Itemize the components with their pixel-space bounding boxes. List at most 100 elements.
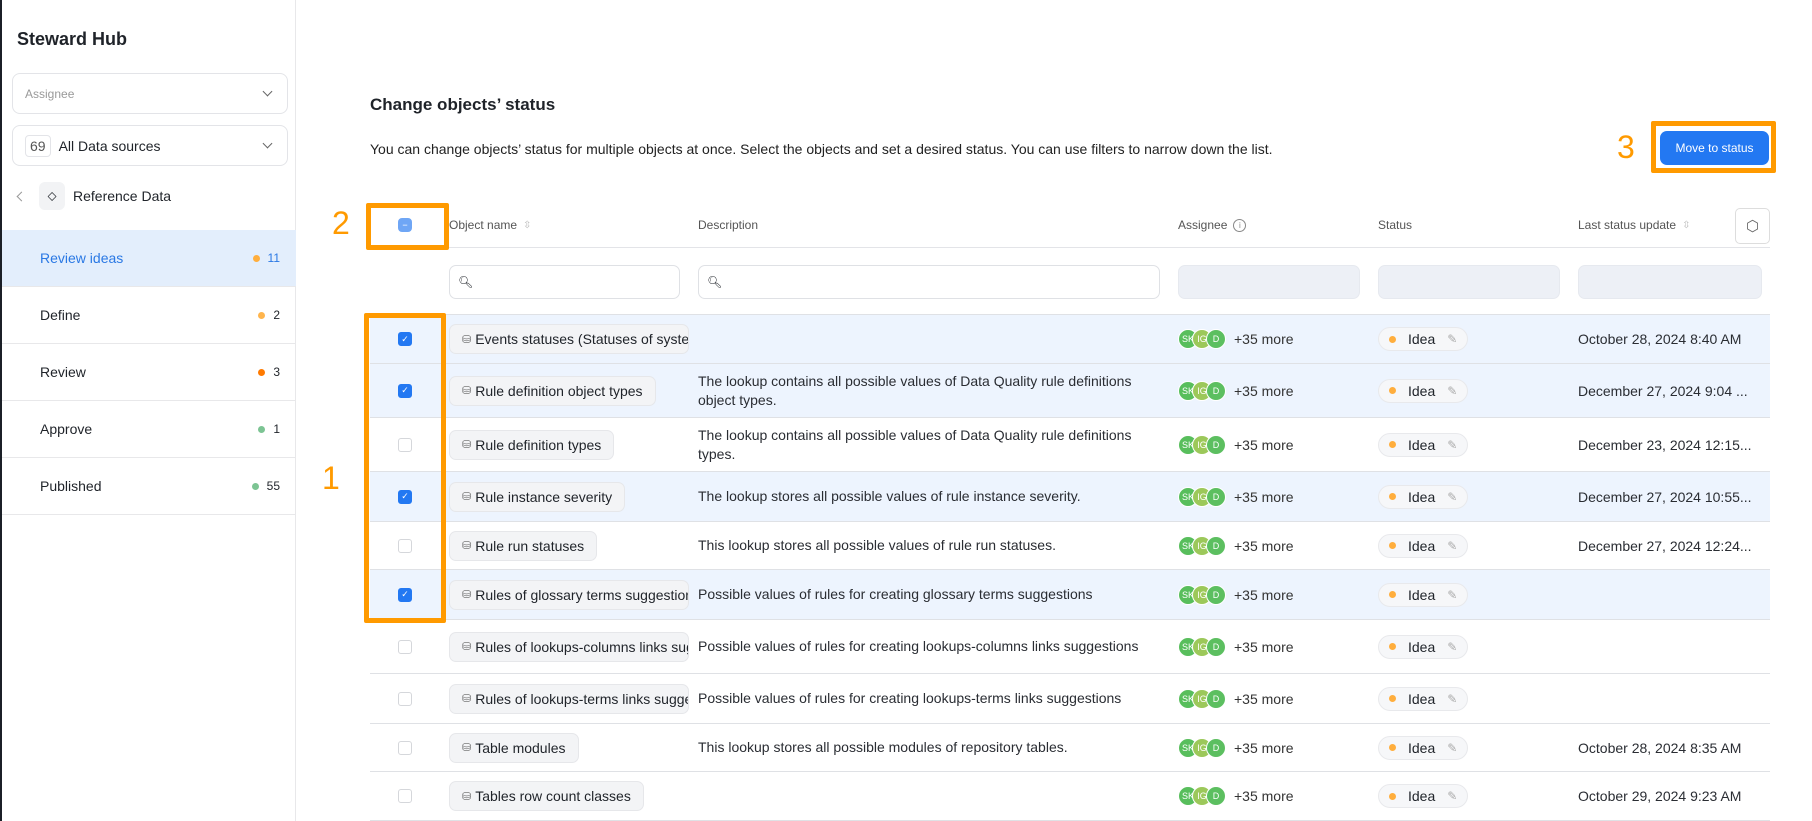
more-assignees: +35 more (1234, 690, 1294, 707)
lookup-icon: ⛁ (462, 540, 472, 552)
chevron-left-icon[interactable] (16, 191, 27, 201)
last-status-update: October 29, 2024 9:23 AM (1578, 788, 1742, 804)
column-settings-button[interactable]: ⬡ (1735, 208, 1770, 244)
more-assignees: +35 more (1234, 436, 1294, 453)
status-pill[interactable]: Idea ✎ (1378, 533, 1469, 558)
object-name: Rule definition object types (475, 382, 643, 399)
last-update-filter[interactable] (1578, 265, 1762, 299)
object-name-chip[interactable]: ⛁ Rule definition object types (449, 375, 656, 406)
info-icon[interactable]: i (1233, 218, 1247, 232)
sidebar-item-published[interactable]: Published 55 (2, 458, 296, 515)
object-name-chip[interactable]: ⛁ Rule instance severity (449, 481, 626, 512)
datasource-select[interactable]: 69 All Data sources (12, 125, 288, 166)
column-header-name[interactable]: Object name ⇳ (449, 218, 698, 232)
assignee-cell[interactable]: SK IG D +35 more (1178, 737, 1378, 758)
table-row: ⛁ Table modules This lookup stores all po… (370, 724, 1770, 772)
status-pill[interactable]: Idea ✎ (1378, 327, 1469, 351)
avatar: D (1206, 486, 1226, 507)
status-filter[interactable] (1378, 265, 1560, 299)
sidebar: Steward Hub Assignee 69 All Data sources… (0, 0, 296, 821)
object-description: The lookup stores all possible values of… (698, 488, 1081, 504)
status-pill[interactable]: Idea ✎ (1378, 432, 1469, 457)
edit-icon[interactable]: ✎ (1447, 588, 1457, 602)
object-name-chip[interactable]: ⛁Rules of lookups-columns links suggesti… (449, 631, 689, 662)
chevron-down-icon (262, 138, 273, 149)
status-label: Idea (1408, 488, 1436, 505)
sort-icon[interactable]: ⇳ (1682, 220, 1690, 231)
object-name: Rule definition types (475, 436, 602, 453)
object-description: Possible values of rules for creating gl… (698, 586, 1093, 602)
assignee-cell[interactable]: SK IG D +35 more (1178, 380, 1378, 401)
object-name: Table modules (475, 739, 566, 756)
status-dot-icon (1389, 591, 1396, 598)
status-pill[interactable]: Idea ✎ (1378, 484, 1469, 509)
object-name-chip[interactable]: ⛁ Table modules (449, 732, 579, 763)
object-name: Events statuses (Statuses of system even… (475, 331, 689, 347)
sidebar-item-review-ideas[interactable]: Review ideas 11 (2, 230, 296, 287)
object-name-chip[interactable]: ⛁Events statuses (Statuses of system eve… (449, 324, 689, 354)
annotation-number: 2 (332, 205, 350, 241)
assignee-cell[interactable]: SK IG D +35 more (1178, 434, 1378, 455)
sort-icon[interactable]: ⇳ (523, 220, 531, 231)
sidebar-item-review[interactable]: Review 3 (2, 344, 296, 401)
assignee-cell[interactable]: SK IG D +35 more (1178, 584, 1378, 605)
row-checkbox[interactable] (398, 740, 412, 755)
object-name-chip[interactable]: ⛁Rules of lookups-terms links suggestion… (449, 683, 689, 714)
description-filter-input[interactable]: 🔍︎ (698, 265, 1160, 299)
status-dot-icon (252, 254, 260, 262)
assignee-filter[interactable] (1178, 265, 1360, 299)
status-pill[interactable]: Idea ✎ (1378, 784, 1469, 808)
sidebar-item-approve[interactable]: Approve 1 (2, 401, 296, 458)
status-label: Idea (1408, 739, 1436, 756)
status-pill[interactable]: Idea ✎ (1378, 582, 1469, 607)
assignee-placeholder: Assignee (25, 86, 75, 101)
edit-icon[interactable]: ✎ (1447, 384, 1457, 398)
assignee-cell[interactable]: SK IG D +35 more (1178, 535, 1378, 556)
assignee-select[interactable]: Assignee (12, 73, 288, 114)
assignee-cell[interactable]: SK IG D +35 more (1178, 786, 1378, 806)
avatar: D (1206, 688, 1226, 709)
assignee-cell[interactable]: SK IG D +35 more (1178, 486, 1378, 507)
object-name-chip[interactable]: ⛁ Rule definition types (449, 429, 615, 460)
page-title: Change objects’ status (370, 95, 556, 114)
section-header[interactable]: ⬦ Reference Data (16, 182, 172, 210)
sidebar-item-define[interactable]: Define 2 (2, 287, 296, 344)
avatar: D (1206, 786, 1226, 806)
status-pill[interactable]: Idea ✎ (1378, 686, 1469, 711)
row-checkbox[interactable] (398, 639, 412, 654)
edit-icon[interactable]: ✎ (1447, 438, 1457, 452)
column-header-description: Description (698, 218, 1178, 232)
assignee-cell[interactable]: SK IG D +35 more (1178, 636, 1378, 657)
object-name-chip[interactable]: ⛁ Tables row count classes (449, 781, 644, 811)
status-dot-icon (1389, 744, 1396, 751)
lookup-icon: ⛁ (462, 385, 472, 397)
edit-icon[interactable]: ✎ (1447, 789, 1457, 803)
edit-icon[interactable]: ✎ (1447, 332, 1457, 346)
name-filter-input[interactable]: 🔍︎ (449, 265, 680, 299)
section-label: Reference Data (73, 188, 172, 204)
lookup-icon: ⛁ (462, 742, 472, 754)
object-description: Possible values of rules for creating lo… (698, 638, 1139, 654)
status-label: Idea (1408, 537, 1436, 554)
table-row: ⛁ Tables row count classes SK IG D +35 more … (370, 772, 1770, 821)
row-checkbox[interactable] (398, 691, 412, 706)
row-checkbox[interactable] (398, 789, 412, 803)
more-assignees: +35 more (1234, 586, 1294, 603)
assignee-cell[interactable]: SK IG D +35 more (1178, 688, 1378, 709)
header-label: Last status update (1578, 218, 1677, 232)
edit-icon[interactable]: ✎ (1447, 490, 1457, 504)
object-name-chip[interactable]: ⛁ Rule run statuses (449, 530, 598, 561)
assignee-cell[interactable]: SK IG D +35 more (1178, 329, 1378, 349)
status-pill[interactable]: Idea ✎ (1378, 378, 1469, 403)
object-name: Rules of lookups-columns links suggestio… (475, 638, 688, 655)
edit-icon[interactable]: ✎ (1447, 640, 1457, 654)
object-name-chip[interactable]: ⛁ Rules of glossary terms suggestions (449, 579, 689, 610)
table-row: ✓ ⛁ Rule instance severity The lookup sto… (370, 472, 1770, 522)
status-label: Idea (1408, 638, 1436, 655)
status-pill[interactable]: Idea ✎ (1378, 735, 1469, 760)
status-pill[interactable]: Idea ✎ (1378, 634, 1469, 659)
edit-icon[interactable]: ✎ (1447, 741, 1457, 755)
edit-icon[interactable]: ✎ (1447, 539, 1457, 553)
edit-icon[interactable]: ✎ (1447, 692, 1457, 706)
header-label: Status (1378, 218, 1413, 232)
